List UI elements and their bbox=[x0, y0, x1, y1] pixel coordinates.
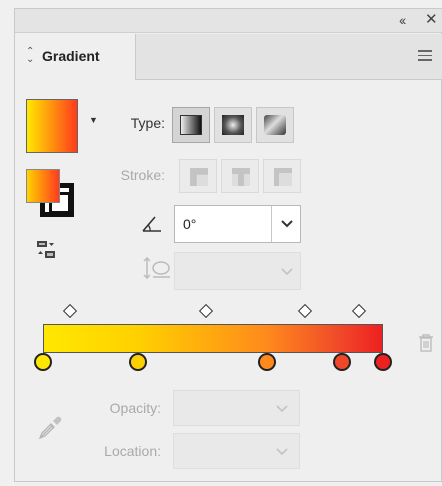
midpoint-diamond[interactable] bbox=[352, 303, 367, 319]
aspect-ratio-icon bbox=[143, 256, 170, 280]
freeform-gradient-button[interactable] bbox=[256, 107, 294, 143]
reverse-gradient-icon[interactable] bbox=[35, 239, 57, 261]
color-stop[interactable] bbox=[374, 353, 392, 371]
angle-icon bbox=[142, 216, 161, 232]
chevron-down-icon[interactable] bbox=[275, 446, 289, 458]
color-stop[interactable] bbox=[258, 353, 277, 371]
freeform-gradient-icon bbox=[264, 115, 286, 135]
tab-gradient[interactable]: ⌃ ⌄ Gradient bbox=[15, 34, 136, 80]
stroke-label: Stroke: bbox=[120, 167, 165, 183]
stroke-along-button[interactable] bbox=[221, 159, 259, 193]
linear-gradient-button[interactable] bbox=[172, 107, 210, 143]
type-label: Type: bbox=[130, 115, 165, 131]
color-stop[interactable] bbox=[333, 353, 352, 371]
midpoint-diamond[interactable] bbox=[63, 303, 78, 319]
midpoint-diamond[interactable] bbox=[297, 303, 312, 319]
opacity-field[interactable] bbox=[173, 390, 300, 426]
swatch-dropdown-icon[interactable]: ▼ bbox=[89, 115, 98, 125]
angle-value[interactable]: 0° bbox=[183, 216, 196, 232]
location-field[interactable] bbox=[173, 433, 300, 469]
delete-stop-icon[interactable] bbox=[418, 334, 434, 352]
stroke-across-button[interactable] bbox=[263, 159, 301, 193]
opacity-label: Opacity: bbox=[109, 400, 161, 416]
gradient-panel: ‹‹ ✕ ⌃ ⌄ Gradient ▼ Type: Stroke: 0° Opa… bbox=[14, 8, 442, 482]
collapse-panel-button[interactable]: ‹‹ bbox=[399, 11, 406, 29]
aspect-ratio-field[interactable] bbox=[174, 252, 301, 290]
angle-field[interactable]: 0° bbox=[174, 205, 301, 243]
eyedropper-icon[interactable] bbox=[37, 413, 65, 441]
close-panel-button[interactable]: ✕ bbox=[425, 11, 438, 29]
resize-grip[interactable] bbox=[211, 479, 237, 483]
fill-swatch[interactable] bbox=[26, 169, 60, 203]
midpoint-diamond[interactable] bbox=[199, 303, 214, 319]
angle-divider bbox=[271, 206, 272, 242]
panel-titlebar: ‹‹ ✕ bbox=[15, 9, 442, 33]
radial-gradient-button[interactable] bbox=[214, 107, 252, 143]
chevron-down-icon[interactable] bbox=[280, 217, 294, 231]
panel-tab-row: ⌃ ⌄ Gradient bbox=[15, 34, 442, 80]
linear-gradient-icon bbox=[180, 115, 202, 135]
location-label: Location: bbox=[104, 443, 161, 459]
radial-gradient-icon bbox=[222, 115, 244, 135]
chevron-down-icon[interactable] bbox=[275, 403, 289, 415]
tab-label: Gradient bbox=[42, 48, 100, 64]
stroke-across-icon bbox=[274, 168, 292, 186]
chevron-down-icon[interactable] bbox=[280, 266, 294, 278]
gradient-slider[interactable] bbox=[43, 324, 383, 353]
color-stop[interactable] bbox=[34, 353, 52, 371]
tab-expand-icon[interactable]: ⌃ ⌄ bbox=[26, 47, 34, 65]
panel-menu-icon[interactable] bbox=[418, 50, 432, 61]
stroke-within-icon bbox=[190, 168, 208, 186]
gradient-swatch[interactable] bbox=[26, 99, 78, 153]
stroke-along-icon bbox=[232, 168, 250, 186]
color-stop[interactable] bbox=[129, 353, 148, 371]
stroke-within-button[interactable] bbox=[179, 159, 217, 193]
